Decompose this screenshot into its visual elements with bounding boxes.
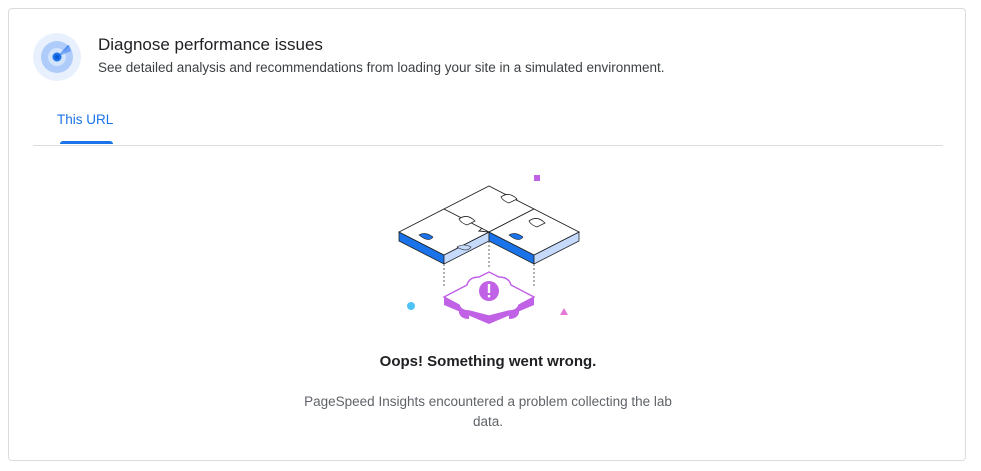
performance-gauge-icon: [33, 33, 81, 81]
error-title: Oops! Something went wrong.: [379, 353, 597, 370]
tab-active-indicator: [60, 141, 113, 144]
broken-puzzle-illustration: [389, 169, 589, 329]
tab-divider: [33, 145, 943, 146]
diagnose-card: Diagnose performance issues See detailed…: [8, 8, 966, 461]
square-decoration-icon: [534, 175, 540, 181]
error-message: PageSpeed Insights encountered a problem…: [304, 394, 672, 429]
tab-this-url[interactable]: This URL: [57, 112, 113, 127]
card-subtitle: See detailed analysis and recommendation…: [98, 60, 665, 75]
dot-decoration-icon: [407, 302, 415, 310]
triangle-decoration-icon: [560, 308, 568, 315]
card-title: Diagnose performance issues: [98, 35, 323, 54]
